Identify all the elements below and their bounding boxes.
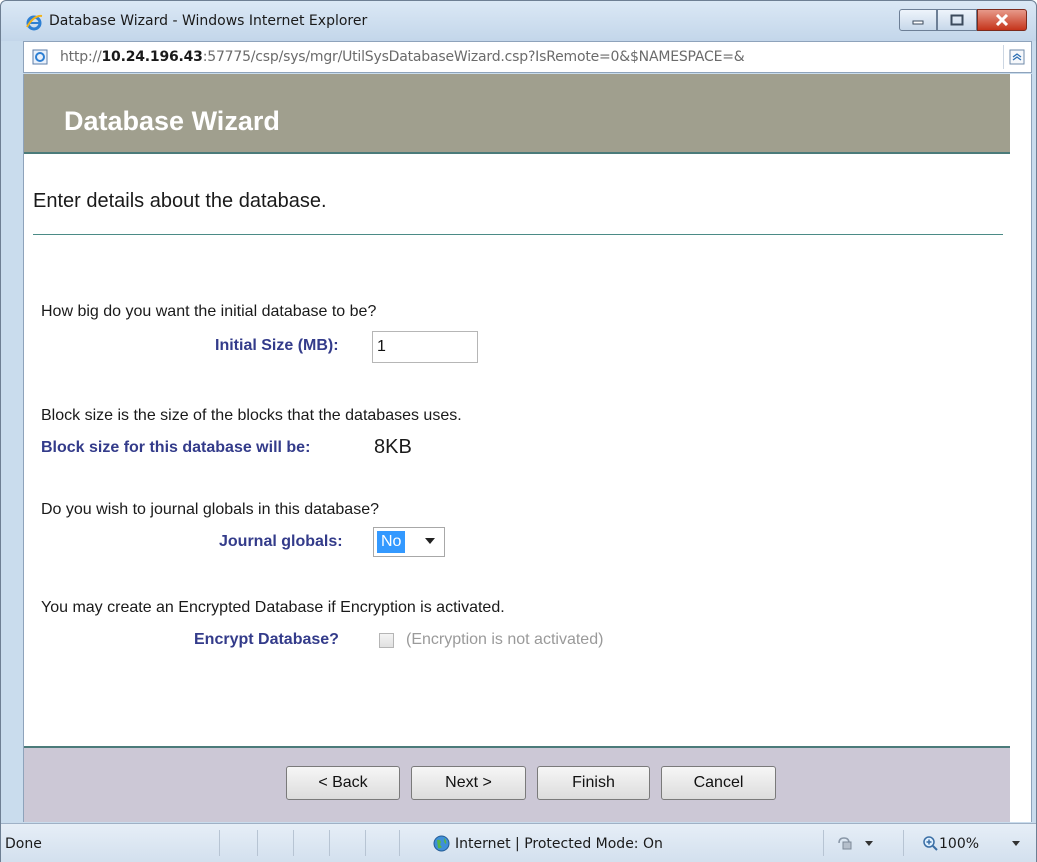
block-size-value: 8KB — [374, 436, 412, 458]
close-button[interactable] — [977, 9, 1027, 31]
page-title: Database Wizard — [64, 106, 280, 136]
status-divider — [257, 830, 258, 856]
internet-explorer-icon — [26, 14, 43, 31]
initial-size-input[interactable] — [372, 331, 478, 363]
browser-window: Database Wizard - Windows Internet Explo… — [0, 0, 1037, 862]
status-bar: Done Internet | Protected Mode: On 100% — [1, 823, 1036, 862]
protected-mode-icon[interactable] — [837, 835, 855, 851]
chevron-down-icon[interactable] — [865, 841, 873, 846]
maximize-icon — [950, 14, 964, 26]
status-divider — [823, 830, 824, 856]
status-divider — [399, 830, 400, 856]
compatibility-view-icon — [1009, 49, 1025, 65]
intro-text: Enter details about the database. — [33, 190, 327, 212]
window-title: Database Wizard - Windows Internet Explo… — [49, 13, 368, 29]
security-zone-text[interactable]: Internet | Protected Mode: On — [455, 836, 663, 852]
page-content: Database Wizard Enter details about the … — [23, 74, 1032, 822]
initial-size-label: Initial Size (MB): — [215, 337, 339, 354]
status-divider — [365, 830, 366, 856]
status-text: Done — [5, 836, 42, 852]
status-divider — [903, 830, 904, 856]
journal-globals-value: No — [377, 531, 406, 553]
back-button[interactable]: < Back — [286, 766, 400, 800]
minimize-button[interactable] — [899, 9, 937, 31]
encrypt-database-checkbox[interactable] — [379, 633, 394, 648]
journal-globals-select[interactable]: No — [373, 527, 445, 557]
next-button[interactable]: Next > — [411, 766, 526, 800]
maximize-button[interactable] — [937, 9, 977, 31]
block-size-question: Block size is the size of the blocks tha… — [41, 407, 462, 424]
divider — [33, 234, 1003, 235]
size-question: How big do you want the initial database… — [41, 303, 377, 320]
close-icon — [995, 14, 1009, 26]
block-size-label: Block size for this database will be: — [41, 439, 311, 456]
status-divider — [329, 830, 330, 856]
chevron-down-icon — [425, 538, 435, 544]
globe-icon — [433, 835, 450, 852]
journal-globals-label: Journal globals: — [219, 533, 343, 550]
compatibility-view-button[interactable] — [1003, 45, 1027, 69]
status-divider — [293, 830, 294, 856]
zoom-icon — [923, 836, 938, 851]
encrypt-database-label: Encrypt Database? — [194, 631, 339, 648]
cancel-button[interactable]: Cancel — [661, 766, 776, 800]
finish-button[interactable]: Finish — [537, 766, 650, 800]
wizard-banner: Database Wizard — [24, 74, 1010, 154]
minimize-icon — [912, 20, 924, 25]
scrollbar-track[interactable] — [1010, 74, 1031, 822]
status-divider — [219, 830, 220, 856]
chevron-down-icon[interactable] — [1012, 841, 1020, 846]
wizard-footer: < Back Next > Finish Cancel — [24, 746, 1010, 822]
url-text[interactable]: http://10.24.196.43:57775/csp/sys/mgr/Ut… — [60, 49, 745, 65]
encryption-status-note: (Encryption is not activated) — [406, 631, 604, 648]
title-bar[interactable]: Database Wizard - Windows Internet Explo… — [1, 1, 1036, 41]
page-icon — [32, 49, 48, 65]
encrypt-question: You may create an Encrypted Database if … — [41, 599, 505, 616]
journal-question: Do you wish to journal globals in this d… — [41, 501, 379, 518]
address-bar[interactable]: http://10.24.196.43:57775/csp/sys/mgr/Ut… — [23, 41, 1032, 73]
zoom-level[interactable]: 100% — [939, 836, 979, 852]
